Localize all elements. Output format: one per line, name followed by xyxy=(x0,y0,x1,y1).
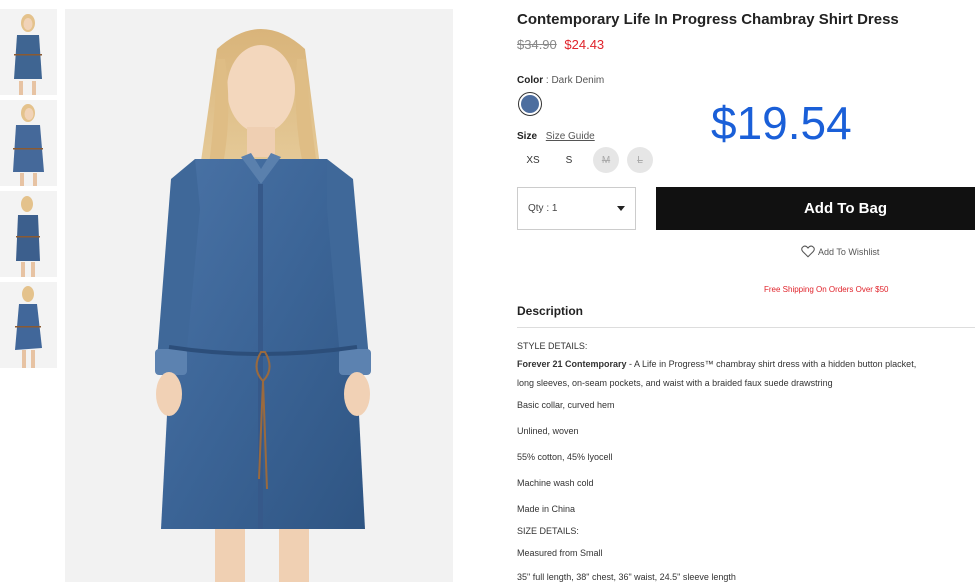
size-details-heading: SIZE DETAILS: xyxy=(517,526,579,536)
size-options: XS S M L xyxy=(517,147,653,173)
detail-lining: Unlined, woven xyxy=(517,426,579,436)
divider xyxy=(517,327,975,328)
quantity-select[interactable]: Qty : 1 xyxy=(517,187,636,230)
product-info: Contemporary Life In Progress Chambray S… xyxy=(517,0,975,582)
price-row: $34.90 $24.43 xyxy=(517,37,604,52)
color-label: Color : Dark Denim xyxy=(517,75,604,86)
swatch-fill xyxy=(521,95,539,113)
size-guide-link[interactable]: Size Guide xyxy=(546,131,595,142)
heart-icon xyxy=(801,245,815,258)
main-product-image[interactable] xyxy=(65,9,453,582)
product-title: Contemporary Life In Progress Chambray S… xyxy=(517,11,899,28)
size-option-m[interactable]: M xyxy=(593,147,619,173)
product-thumbnail[interactable] xyxy=(0,9,57,95)
size-option-l[interactable]: L xyxy=(627,147,653,173)
brand-name: Forever 21 Contemporary xyxy=(517,359,627,369)
product-thumbnail[interactable] xyxy=(0,100,57,186)
detail-care: Machine wash cold xyxy=(517,478,594,488)
color-label-title: Color xyxy=(517,75,544,86)
thumbnail-image xyxy=(0,191,57,277)
add-to-bag-button[interactable]: Add To Bag xyxy=(656,187,975,230)
thumbnail-gallery xyxy=(0,9,57,373)
detail-fabric: 55% cotton, 45% lyocell xyxy=(517,452,613,462)
measurements: 35" full length, 38" chest, 36" waist, 2… xyxy=(517,572,736,582)
summary-text: - A Life in Progress™ chambray shirt dre… xyxy=(626,359,917,369)
color-value: Dark Denim xyxy=(551,75,605,86)
detail-origin: Made in China xyxy=(517,504,576,514)
thumbnail-image xyxy=(0,282,57,368)
original-price: $34.90 xyxy=(517,37,557,52)
description-summary-cont: long sleeves, on-seam pockets, and waist… xyxy=(517,378,833,388)
style-details-heading: STYLE DETAILS: xyxy=(517,341,588,351)
quantity-label: Qty : 1 xyxy=(528,203,558,214)
size-row: Size Size Guide xyxy=(517,131,595,142)
add-to-wishlist-link[interactable]: Add To Wishlist xyxy=(801,245,879,258)
detail-collar: Basic collar, curved hem xyxy=(517,400,615,410)
chevron-down-icon xyxy=(617,206,625,211)
measured-from: Measured from Small xyxy=(517,548,603,558)
sale-price: $24.43 xyxy=(564,37,605,52)
overlay-price: $19.54 xyxy=(711,97,852,149)
product-thumbnail[interactable] xyxy=(0,191,57,277)
size-option-s[interactable]: S xyxy=(553,147,585,173)
description-heading: Description xyxy=(517,304,584,318)
product-thumbnail[interactable] xyxy=(0,282,57,368)
thumbnail-image xyxy=(0,100,57,186)
color-swatch-dark-denim[interactable] xyxy=(518,92,542,116)
thumbnail-image xyxy=(0,9,57,95)
description-summary: Forever 21 Contemporary - A Life in Prog… xyxy=(517,359,916,369)
size-label: Size xyxy=(517,131,538,142)
size-option-xs[interactable]: XS xyxy=(517,147,549,173)
color-separator: : xyxy=(545,75,549,86)
free-shipping-notice: Free Shipping On Orders Over $50 xyxy=(764,285,889,294)
model-photo xyxy=(65,9,453,582)
wishlist-label: Add To Wishlist xyxy=(818,246,880,257)
